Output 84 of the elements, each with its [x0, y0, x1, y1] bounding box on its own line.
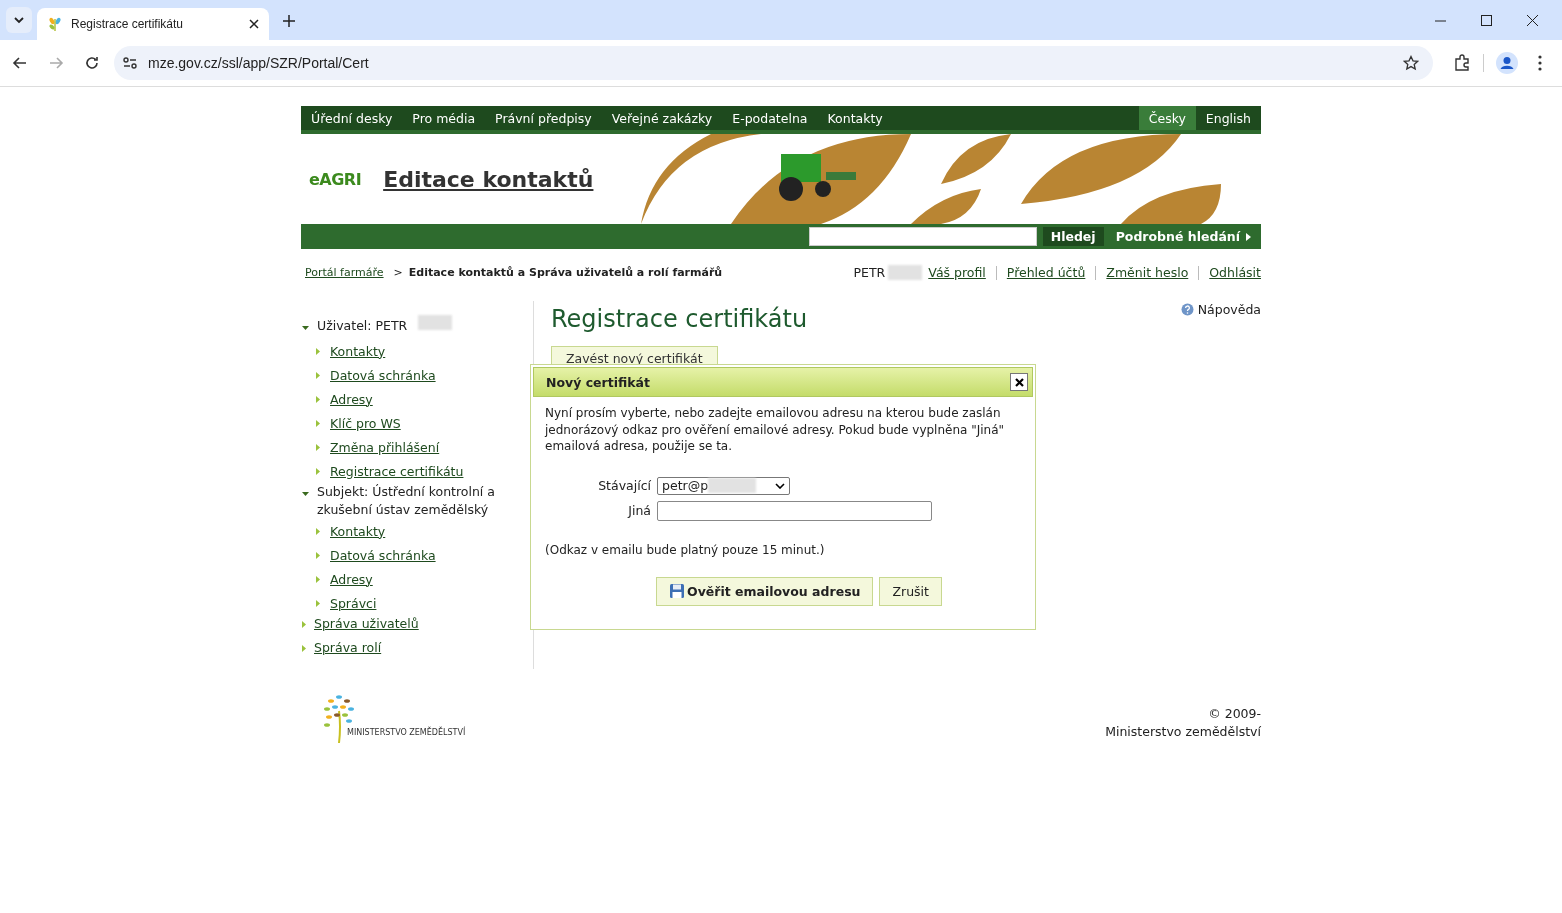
- sidebar-link[interactable]: Správa uživatelů: [314, 615, 419, 633]
- ministry-logo[interactable]: MINISTERSTVO ZEMĚDĚLSTVÍ: [319, 691, 466, 743]
- bullet-arrow-icon: [316, 467, 320, 475]
- page-heading-link[interactable]: Editace kontaktů: [383, 166, 594, 192]
- url-text: mze.gov.cz/ssl/app/SZR/Portal/Cert: [148, 55, 370, 71]
- sidebar-link[interactable]: Adresy: [330, 571, 373, 587]
- maximize-icon[interactable]: [1481, 15, 1492, 26]
- dialog-message: Nyní prosím vyberte, nebo zadejte emailovou adresu na kterou bude zaslán jednorázový odkaz pro ověření emailové adresy. Pokud bude vyplněna "Jiná" emailová adresa, použije se ta.: [545, 405, 1006, 455]
- chevron-icon: [13, 14, 25, 26]
- bullet-arrow-icon: [316, 551, 320, 559]
- sidebar-link[interactable]: Změna přihlášení: [330, 439, 440, 455]
- page-title: Registrace certifikátu: [551, 305, 808, 333]
- search-button[interactable]: Hledej: [1042, 227, 1104, 246]
- sidebar-link[interactable]: Datová schránka: [330, 547, 436, 563]
- address-bar[interactable]: mze.gov.cz/ssl/app/SZR/Portal/Cert: [114, 46, 1433, 80]
- help-icon: [1180, 303, 1194, 316]
- account-link[interactable]: Váš profil: [928, 265, 986, 280]
- eagri-logo[interactable]: eAGRI: [309, 169, 362, 189]
- account-link[interactable]: Přehled účtů: [1006, 265, 1086, 280]
- organization-name: Ministerstvo zemědělství: [1105, 723, 1261, 741]
- email-input-field[interactable]: [657, 500, 932, 521]
- nav-link[interactable]: Veřejné zakázky: [601, 106, 723, 130]
- nav-link[interactable]: Právní předpisy: [485, 106, 602, 130]
- sidebar-link[interactable]: Kontakty: [330, 523, 386, 539]
- account-link[interactable]: Změnit heslo: [1106, 265, 1189, 280]
- reload-icon[interactable]: [84, 55, 100, 71]
- breadcrumb-separator: >: [393, 266, 403, 279]
- advanced-search-link[interactable]: Podrobné hledání: [1115, 229, 1251, 244]
- chevron-icon: [775, 482, 785, 489]
- close-icon: [1014, 377, 1024, 387]
- expanded-arrow-icon[interactable]: [302, 492, 309, 496]
- breadcrumb-link[interactable]: Portál farmáře: [305, 266, 384, 279]
- sidebar-link[interactable]: Datová schránka: [330, 367, 436, 383]
- bullet-arrow-icon: [316, 443, 320, 451]
- sidebar-link[interactable]: Správa rolí: [314, 639, 382, 657]
- bullet-arrow-icon: [316, 599, 320, 607]
- browser-tab[interactable]: Registrace certifikátu: [37, 8, 269, 40]
- tab-list-button[interactable]: [6, 7, 32, 33]
- search-field[interactable]: [808, 227, 1037, 246]
- sidebar-link[interactable]: Registrace certifikátu: [330, 463, 464, 479]
- email-dropdown[interactable]: petr@p: [657, 476, 790, 495]
- language-link[interactable]: Česky: [1138, 106, 1196, 130]
- close-icon[interactable]: [249, 19, 259, 29]
- redacted-block: [888, 265, 923, 280]
- sidebar-link[interactable]: Správci: [330, 595, 377, 611]
- sidebar-link[interactable]: Kontakty: [330, 343, 386, 359]
- validity-note: (Odkaz v emailu bude platný pouze 15 minut.): [545, 542, 826, 557]
- caret-icon: [1246, 232, 1251, 241]
- verify-email-button[interactable]: Ověřit emailovou adresu: [656, 576, 874, 606]
- account-link[interactable]: Odhlásit: [1209, 265, 1261, 280]
- nav-link[interactable]: Kontakty: [817, 106, 893, 130]
- user-name: PETR: [853, 265, 886, 280]
- sidebar-link[interactable]: Klíč pro WS: [330, 415, 401, 431]
- sidebar-link[interactable]: Adresy: [330, 391, 373, 407]
- star-icon[interactable]: [1403, 55, 1419, 71]
- back-icon[interactable]: [12, 55, 28, 71]
- expanded-arrow-icon[interactable]: [302, 326, 309, 330]
- tree-heading: Uživatel: PETR: [317, 317, 408, 335]
- cancel-button[interactable]: Zrušit: [879, 576, 942, 606]
- dialog-title: Nový certifikát: [546, 374, 650, 390]
- bullet-arrow-icon: [316, 371, 320, 379]
- breadcrumb-current: Editace kontaktů a Správa uživatelů a rolí farmářů: [408, 266, 723, 279]
- more-icon[interactable]: [1538, 55, 1542, 71]
- bullet-arrow-icon: [316, 527, 320, 535]
- close-icon[interactable]: [1527, 15, 1538, 26]
- close-button[interactable]: [1010, 373, 1028, 391]
- field-label: Stávající: [598, 478, 651, 493]
- copyright-text: © 2009-: [1208, 705, 1261, 723]
- help-link[interactable]: Nápověda: [1180, 302, 1261, 317]
- new-tab-icon[interactable]: [283, 15, 295, 27]
- tree-heading: Subjekt: Ústřední kontrolní a zkušební ústav zemědělský: [317, 483, 496, 519]
- site-settings-icon[interactable]: [122, 55, 138, 71]
- nav-link[interactable]: Úřední desky: [301, 106, 403, 130]
- profile-icon[interactable]: [1496, 52, 1518, 74]
- tab-title: Registrace certifikátu: [71, 17, 185, 31]
- bullet-arrow-icon: [316, 419, 320, 427]
- extensions-icon[interactable]: [1453, 54, 1471, 72]
- bullet-arrow-icon: [316, 347, 320, 355]
- nav-link[interactable]: Pro média: [402, 106, 486, 130]
- nav-link[interactable]: E-podatelna: [722, 106, 818, 130]
- bullet-arrow-icon: [316, 575, 320, 583]
- bullet-arrow-icon: [316, 395, 320, 403]
- field-label: Jiná: [628, 503, 651, 518]
- sprout-icon: [47, 16, 63, 32]
